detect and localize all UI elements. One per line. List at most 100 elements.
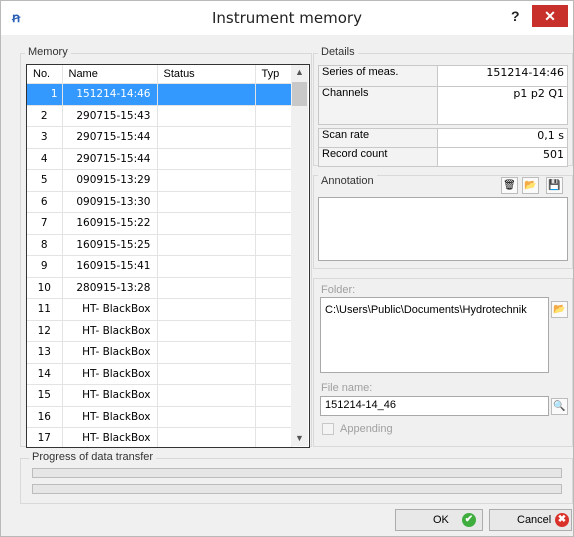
row-name: HT- BlackBox [62,363,158,385]
memory-list-row[interactable]: 15 HT- BlackBox [27,384,292,407]
row-name: HT- BlackBox [62,384,158,407]
row-number: 11 [27,298,63,321]
annotation-textarea[interactable] [318,197,568,261]
memory-list-row[interactable]: 4 290715-15:44 [27,148,292,170]
row-status [157,126,256,149]
channels-label: Channels [318,86,438,125]
file-name-value: 151214-14_46 [325,399,396,411]
progress-group-label: Progress of data transfer [29,451,157,463]
row-name: 151214-14:46 [62,83,158,106]
memory-list-row[interactable]: 6 090915-13:30 [27,191,292,213]
cancel-button-label: Cancel [517,514,552,526]
browse-folder-button[interactable]: 📂 [551,301,568,318]
memory-list-row[interactable]: 7 160915-15:22 [27,212,292,235]
memory-list-row[interactable]: 11 HT- BlackBox [27,298,292,321]
memory-list-row[interactable]: 5 090915-13:29 [27,169,292,192]
row-status [157,191,256,213]
row-status [157,341,256,364]
list-header-row: No. Name Status Typ [27,65,292,84]
open-annotation-button[interactable]: 📂 [522,177,539,194]
window-title: Instrument memory [212,9,362,27]
details-group-label: Details [318,46,358,58]
scroll-up-icon[interactable]: ▲ [291,67,308,77]
row-number: 4 [27,148,63,170]
memory-list-row[interactable]: 17 HT- BlackBox [27,427,292,447]
memory-list-row[interactable]: 1 151214-14:46 [27,83,292,106]
file-name-input[interactable]: 151214-14_46 [320,396,549,416]
row-status [157,320,256,342]
row-typ [255,83,292,106]
row-status [157,234,256,256]
folder-browse-icon: 📂 [553,304,566,315]
row-status [157,277,256,299]
row-number: 6 [27,191,63,213]
check-icon: ✔ [462,513,476,527]
row-status [157,406,256,428]
column-header-typ[interactable]: Typ [255,65,292,84]
annotation-group-label: Annotation [318,175,377,187]
column-header-name[interactable]: Name [62,65,158,84]
progress-bar-1 [32,468,562,478]
trash-icon: 🗑 [503,180,516,191]
row-typ [255,384,292,407]
row-status [157,298,256,321]
row-number: 17 [27,427,63,447]
memory-list-row[interactable]: 13 HT- BlackBox [27,341,292,364]
row-number: 8 [27,234,63,256]
row-typ [255,320,292,342]
row-typ [255,234,292,256]
ok-button[interactable]: OK ✔ [395,509,483,531]
memory-list-row[interactable]: 9 160915-15:41 [27,255,292,278]
save-annotation-button[interactable]: 💾 [546,177,563,194]
row-typ [255,427,292,447]
series-value: 151214-14:46 [437,65,568,87]
delete-annotation-button[interactable]: 🗑 [501,177,518,194]
column-header-no[interactable]: No. [27,65,63,84]
row-typ [255,363,292,385]
close-button[interactable]: ✕ [532,5,568,27]
scroll-down-icon[interactable]: ▼ [291,433,308,443]
row-name: HT- BlackBox [62,427,158,447]
column-header-status[interactable]: Status [157,65,256,84]
memory-list[interactable]: No. Name Status Typ 1 151214-14:46 2 290715… [26,64,310,448]
memory-list-row[interactable]: 8 160915-15:25 [27,234,292,256]
memory-list-scrollbar[interactable]: ▲ ▼ [291,65,308,446]
row-name: 090915-13:30 [62,191,158,213]
memory-list-row[interactable]: 10 280915-13:28 [27,277,292,299]
row-status [157,384,256,407]
memory-list-row[interactable]: 3 290715-15:44 [27,126,292,149]
scan-rate-label: Scan rate [318,128,438,148]
memory-list-row[interactable]: 16 HT- BlackBox [27,406,292,428]
row-number: 14 [27,363,63,385]
file-name-search-button[interactable]: 🔍 [551,398,568,415]
row-typ [255,298,292,321]
row-typ [255,341,292,364]
memory-list-row[interactable]: 2 290715-15:43 [27,105,292,127]
memory-list-row[interactable]: 12 HT- BlackBox [27,320,292,342]
file-name-label: File name: [321,382,373,394]
help-button[interactable]: ? [511,8,520,24]
row-typ [255,105,292,127]
cancel-icon: ✖ [555,513,569,527]
appending-checkbox[interactable] [322,423,334,435]
row-name: HT- BlackBox [62,298,158,321]
memory-group-label: Memory [25,46,71,58]
row-number: 13 [27,341,63,364]
row-name: 290715-15:44 [62,126,158,149]
row-number: 2 [27,105,63,127]
row-name: 160915-15:22 [62,212,158,235]
scroll-thumb[interactable] [292,82,307,106]
row-typ [255,126,292,149]
row-status [157,105,256,127]
record-count-label: Record count [318,147,438,167]
folder-open-icon: 📂 [524,180,537,191]
row-number: 3 [27,126,63,149]
row-number: 7 [27,212,63,235]
folder-label: Folder: [321,284,356,296]
row-name: 290715-15:44 [62,148,158,170]
row-name: 290715-15:43 [62,105,158,127]
cancel-button[interactable]: Cancel ✖ [489,509,572,531]
folder-field[interactable]: C:\Users\Public\Documents\Hydrotechnik [320,297,549,373]
memory-list-row[interactable]: 14 HT- BlackBox [27,363,292,385]
row-typ [255,169,292,192]
